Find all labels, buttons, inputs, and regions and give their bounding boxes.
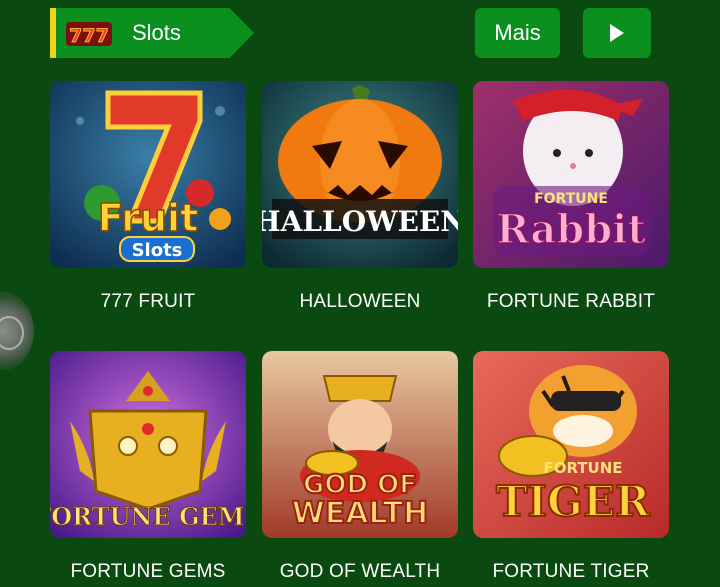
svg-text:777: 777 xyxy=(69,25,109,47)
svg-text:Slots: Slots xyxy=(132,240,183,261)
svg-text:TIGER: TIGER xyxy=(496,477,651,526)
section-title: Slots xyxy=(132,20,181,45)
game-thumbnail[interactable]: Fruit Slots xyxy=(50,81,246,268)
game-thumbnail[interactable]: FORTUNE Rabbit xyxy=(473,81,669,268)
next-button[interactable] xyxy=(583,8,651,58)
game-title[interactable]: GOD OF WEALTH xyxy=(242,561,478,583)
svg-text:HALLOWEEN: HALLOWEEN xyxy=(262,205,458,238)
game-thumbnail[interactable]: FORTUNE TIGER xyxy=(473,351,669,538)
game-title[interactable]: FORTUNE GEMS xyxy=(30,561,266,583)
halloween-art: HALLOWEEN xyxy=(262,81,458,268)
game-card-fortune-gems[interactable]: FORTUNE GEMS FORTUNE GEMS xyxy=(50,351,246,582)
svg-text:Rabbit: Rabbit xyxy=(496,206,646,253)
svg-text:Fruit: Fruit xyxy=(98,196,199,240)
svg-text:FORTUNE: FORTUNE xyxy=(534,191,608,207)
fruit-slots-art: Fruit Slots xyxy=(50,81,246,268)
game-card-fortune-tiger[interactable]: FORTUNE TIGER FORTUNE TIGER xyxy=(473,351,669,582)
play-triangle-icon xyxy=(610,24,624,42)
slots-777-icon: 777 xyxy=(66,22,112,47)
game-thumbnail[interactable]: FORTUNE GEMS xyxy=(50,351,246,538)
game-card-777-fruit[interactable]: Fruit Slots 777 FRUIT xyxy=(50,81,246,312)
fortune-tiger-art: FORTUNE TIGER xyxy=(473,351,669,538)
game-thumbnail[interactable]: HALLOWEEN xyxy=(262,81,458,268)
game-card-god-of-wealth[interactable]: GOD OF WEALTH GOD OF WEALTH xyxy=(262,351,458,582)
game-title[interactable]: FORTUNE TIGER xyxy=(453,561,689,583)
game-title[interactable]: HALLOWEEN xyxy=(242,291,478,313)
section-header: 777 Slots xyxy=(50,8,254,58)
section-header-accent-stripe xyxy=(50,8,56,58)
game-thumbnail[interactable]: GOD OF WEALTH xyxy=(262,351,458,538)
svg-text:FORTUNE GEMS: FORTUNE GEMS xyxy=(50,502,246,531)
side-handle-ring xyxy=(0,316,24,350)
svg-text:WEALTH: WEALTH xyxy=(292,496,429,531)
svg-text:FORTUNE: FORTUNE xyxy=(543,459,622,477)
game-card-fortune-rabbit[interactable]: FORTUNE Rabbit FORTUNE RABBIT xyxy=(473,81,669,312)
game-title[interactable]: 777 FRUIT xyxy=(30,291,266,313)
game-card-halloween[interactable]: HALLOWEEN HALLOWEEN xyxy=(262,81,458,312)
fortune-rabbit-art: FORTUNE Rabbit xyxy=(473,81,669,268)
game-title[interactable]: FORTUNE RABBIT xyxy=(453,291,689,313)
more-button[interactable]: Mais xyxy=(475,8,560,58)
god-of-wealth-art: GOD OF WEALTH xyxy=(262,351,458,538)
fortune-gems-art: FORTUNE GEMS xyxy=(50,351,246,538)
floating-side-handle[interactable] xyxy=(0,292,34,370)
